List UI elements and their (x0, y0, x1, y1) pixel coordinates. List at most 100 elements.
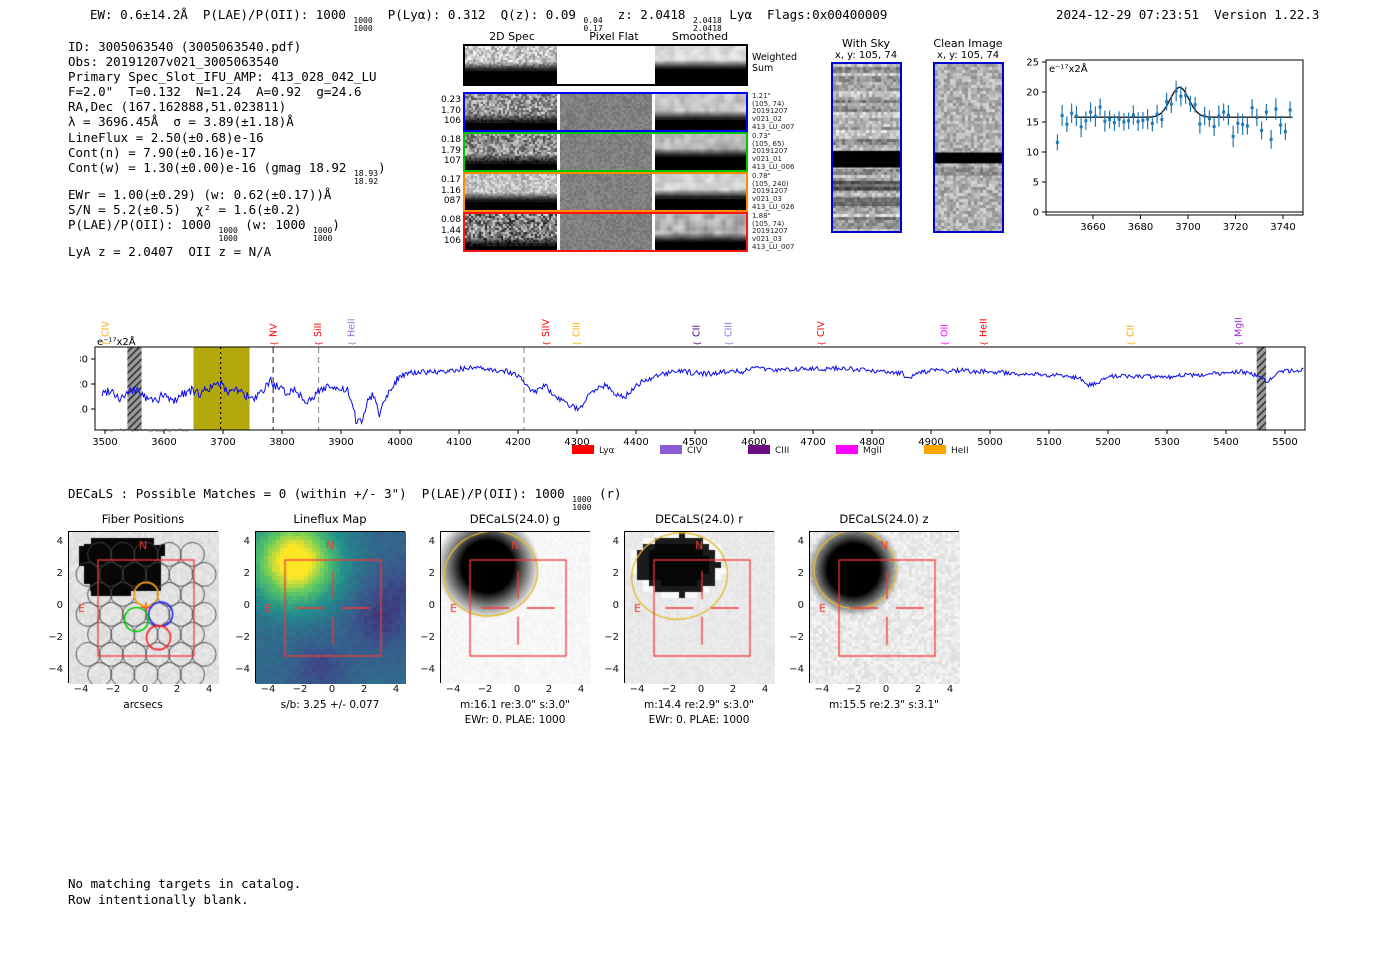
svg-text:CIII: CIII (775, 446, 789, 456)
fraction: 1000 1000 (313, 225, 333, 244)
fraction: 18.93 18.92 (353, 168, 379, 187)
svg-text:0: 0 (1033, 208, 1039, 219)
cutout-row-right-meta: 0.73" (105, 65) 20191207 v021_01 413_LU_006 (752, 132, 795, 171)
text-segment: ID: 3005063540 (3005063540.pdf) (68, 39, 302, 54)
panel-ytick: −2 (48, 632, 63, 643)
text-segment: ) (332, 216, 340, 232)
info-line: P(LAE)/P(OII): 1000 1000 1000 (w: 1000 10… (68, 217, 386, 244)
svg-text:5200: 5200 (1095, 437, 1120, 448)
text-segment: z: 2.0418 (602, 7, 693, 22)
panel-canvas-decals_r (625, 532, 775, 684)
svg-text:4000: 4000 (387, 437, 412, 448)
cutout-cell-canvas (560, 134, 652, 170)
panel-caption-1: arcsecs (123, 699, 163, 711)
svg-text:{: { (270, 341, 279, 346)
text-segment: Obs: 20191207v021_3005063540 (68, 54, 279, 70)
panel-canvas-fiber (69, 532, 219, 684)
panel-title-decals_r: DECaLS(24.0) r (655, 512, 743, 526)
svg-text:HeII: HeII (951, 446, 969, 456)
cutout-cell-canvas (465, 174, 557, 210)
panel-ytick: 4 (797, 536, 804, 547)
svg-text:10: 10 (1026, 148, 1039, 159)
panel-canvas-decals_z (810, 532, 960, 684)
col-title-pixel-flat: Pixel Flat (589, 30, 639, 43)
full-spectrum-chart: 3500 3600 3700 3800 3900 4000 4100 4200 4300 4400… (80, 317, 1306, 456)
panel-fiber (68, 531, 219, 684)
svg-text:CIV: CIV (816, 321, 827, 337)
fraction: 1000 1000 (218, 225, 238, 244)
text-segment: LineFlux = 2.50(±0.68)e-16 (68, 129, 264, 145)
svg-text:3700: 3700 (210, 437, 235, 448)
text-segment: DECaLS : Possible Matches = 0 (within +/… (68, 486, 573, 501)
panel-title-decals_z: DECaL­S(24.0) z (839, 512, 929, 526)
panel-ytick: 2 (797, 568, 804, 579)
cutout-cell-canvas (560, 214, 652, 250)
svg-text:10: 10 (80, 405, 88, 416)
panel-lineflux (255, 531, 406, 684)
text-segment: P(Lyα): 0.312 Q(z): 0.09 (372, 7, 584, 22)
panel-xtick: −4 (260, 684, 276, 695)
panel-xtick: −2 (846, 684, 862, 695)
text-segment: Cont(n) = 7.90(±0.16)e-17 (68, 144, 257, 160)
panel-ytick: 2 (612, 568, 619, 579)
panel-decals_g (440, 531, 591, 684)
svg-text:3500: 3500 (92, 437, 117, 448)
panel-xtick: 2 (545, 684, 553, 695)
col-title-2d-spec: 2D Spec (489, 30, 535, 43)
panel-xtick: 4 (946, 684, 954, 695)
svg-text:{: { (979, 341, 988, 346)
svg-text:Lyα: Lyα (599, 446, 615, 456)
fraction: 1000 1000 (353, 16, 373, 34)
svg-text:{: { (725, 341, 734, 346)
report-version: Version 1.22.3 (1214, 7, 1320, 22)
svg-text:3600: 3600 (151, 437, 176, 448)
panel-caption-1: m:16.1 re:3.0" s:3.0" (460, 699, 570, 711)
svg-text:4400: 4400 (623, 437, 648, 448)
cutout-cell-canvas (655, 94, 746, 130)
cutout-row-left-stats: 0.17 1.16 087 (440, 175, 461, 207)
panel-ytick: 2 (56, 568, 63, 579)
clean-image-title: Clean Image (933, 37, 1003, 50)
panel-xtick: 2 (729, 684, 737, 695)
svg-text:CIII: CIII (724, 322, 735, 337)
svg-text:SiII: SiII (313, 323, 324, 337)
svg-text:5100: 5100 (1036, 437, 1061, 448)
svg-text:CIV: CIV (101, 321, 112, 337)
svg-text:5000: 5000 (977, 437, 1002, 448)
svg-text:SiIV: SiIV (541, 319, 552, 337)
panel-caption-2: EWr: 0. PLAE: 1000 (648, 714, 750, 726)
footer-line-1: No matching targets in catalog. (68, 876, 302, 891)
cutout-cell-canvas (655, 174, 746, 210)
info-line: λ = 3696.45Å σ = 3.89(±1.18)Å (68, 114, 386, 129)
panel-xtick: −2 (661, 684, 677, 695)
with-sky-title: With Sky (842, 37, 890, 50)
panel-ytick: 0 (612, 600, 619, 611)
panel-xtick: 0 (697, 684, 705, 695)
footer-line-2: Row intentionally blank. (68, 892, 249, 907)
panel-xtick: 4 (577, 684, 585, 695)
svg-text:{: { (542, 341, 551, 346)
header-meta: 2024-12-29 07:23:51 Version 1.22.3 (1056, 7, 1319, 22)
panel-xtick: 2 (914, 684, 922, 695)
text-segment: (r) (591, 486, 622, 501)
text-segment: ) (378, 159, 386, 175)
panel-ytick: 4 (243, 536, 250, 547)
elixer-report: EW: 0.6±14.2Å P(LAE)/P(OII): 1000 1000 10… (0, 0, 1400, 953)
panel-ytick: 2 (243, 568, 250, 579)
report-timestamp: 2024-12-29 07:23:51 (1056, 7, 1199, 22)
panel-xtick: −4 (814, 684, 830, 695)
cutout-cell-canvas (560, 46, 652, 84)
panel-ytick: 0 (243, 600, 250, 611)
text-segment: P(LAE)/P(OII): 1000 (68, 216, 219, 232)
svg-text:15: 15 (1026, 118, 1039, 129)
info-line: F=2.0" T=0.132 N=1.24 A=0.92 g=24.6 (68, 84, 386, 99)
panel-ytick: −2 (235, 632, 250, 643)
svg-text:5: 5 (1033, 178, 1039, 189)
cutout-cell-canvas (465, 214, 557, 250)
svg-text:3740: 3740 (1270, 222, 1295, 233)
text-segment: LyA z = 2.0407 OII z = N/A (68, 243, 272, 259)
svg-text:CIV: CIV (687, 446, 703, 456)
panel-xtick: 4 (761, 684, 769, 695)
cutout-row-left-stats: 0.23 1.70 106 (440, 95, 461, 127)
panel-ytick: −2 (604, 632, 619, 643)
